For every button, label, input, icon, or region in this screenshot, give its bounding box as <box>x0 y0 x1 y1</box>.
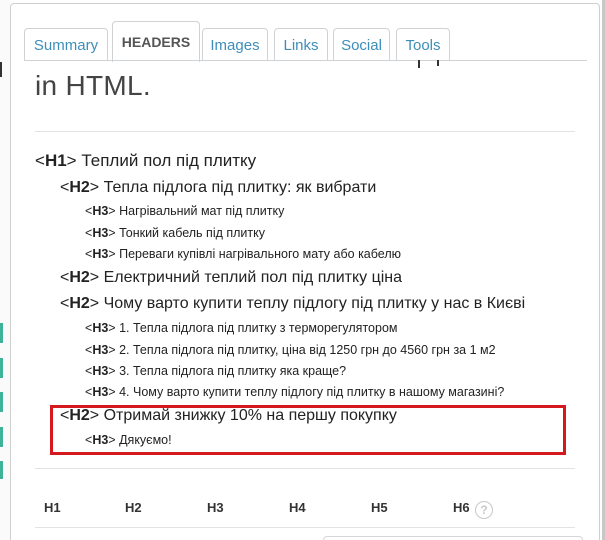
heading-text: 4. Чому варто купити теплу підлогу під п… <box>119 385 505 399</box>
divider <box>35 527 575 528</box>
heading-h2: <H2> Електричний теплий пол під плитку ц… <box>60 269 402 287</box>
bottom-panel-edge <box>323 536 583 540</box>
heading-tag: <H3> <box>85 204 116 218</box>
heading-text: Чому варто купити теплу підлогу під плит… <box>103 295 526 312</box>
tab-summary[interactable]: Summary <box>24 28 108 61</box>
tab-social[interactable]: Social <box>333 28 390 61</box>
left-accent-mark <box>0 358 3 378</box>
stat-h3-label: H3 <box>207 500 224 515</box>
heading-text: Переваги купівлі нагрівального мату або … <box>119 247 401 261</box>
heading-h2: <H2> Тепла підлога під плитку: як вибрат… <box>60 179 376 197</box>
heading-text: Тонкий кабель під плитку <box>119 226 265 240</box>
tab-headers[interactable]: HEADERS <box>112 21 200 62</box>
help-icon[interactable]: ? <box>475 501 493 519</box>
left-background-strip <box>0 0 10 540</box>
heading-h3: <H3> Переваги купівлі нагрівального мату… <box>85 247 401 261</box>
heading-tag: <H3> <box>85 364 116 378</box>
heading-h1: <H1> Теплий пол під плитку <box>35 151 256 171</box>
heading-tag: <H1> <box>35 151 77 170</box>
heading-h3: <H3> 1. Тепла підлога під плитку з термо… <box>85 321 398 335</box>
highlight-box <box>50 405 566 455</box>
heading-tag: <H3> <box>85 385 116 399</box>
heading-text: 3. Тепла підлога під плитку яка краще? <box>119 364 347 378</box>
heading-text: Електричний теплий пол під плитку ціна <box>103 269 403 286</box>
heading-tag: <H3> <box>85 321 116 335</box>
left-accent-mark <box>0 427 3 447</box>
heading-tag: <H2> <box>60 295 100 312</box>
clipped-text-fragment <box>418 60 420 68</box>
divider <box>35 131 575 132</box>
heading-tag: <H3> <box>85 247 116 261</box>
divider <box>35 468 575 469</box>
intro-text: in HTML. <box>35 70 151 101</box>
stat-h1-label: H1 <box>44 500 61 515</box>
tab-tools[interactable]: Tools <box>396 28 450 61</box>
heading-tag: <H3> <box>85 226 116 240</box>
left-accent-mark <box>0 461 3 479</box>
tab-images[interactable]: Images <box>202 28 268 61</box>
stat-h5-label: H5 <box>371 500 388 515</box>
heading-h3: <H3> Нагрівальний мат під плитку <box>85 204 284 218</box>
heading-text: Тепла підлога під плитку: як вибрати <box>103 179 377 196</box>
heading-h3: <H3> 4. Чому варто купити теплу підлогу … <box>85 385 504 399</box>
stat-h2-label: H2 <box>125 500 142 515</box>
heading-h3: <H3> Тонкий кабель під плитку <box>85 226 265 240</box>
tab-underline <box>24 60 587 61</box>
heading-h3: <H3> 2. Тепла підлога під плитку, ціна в… <box>85 343 496 357</box>
heading-tag: <H2> <box>60 269 100 286</box>
stat-h4-label: H4 <box>289 500 306 515</box>
heading-text: Теплий пол під плитку <box>81 151 257 170</box>
heading-h2: <H2> Чому варто купити теплу підлогу під… <box>60 295 525 313</box>
left-edge-mark <box>0 62 2 77</box>
stat-h6-label: H6 <box>453 500 470 515</box>
tab-links[interactable]: Links <box>274 28 328 61</box>
heading-tag: <H3> <box>85 343 116 357</box>
heading-h3: <H3> 3. Тепла підлога під плитку яка кра… <box>85 364 346 378</box>
left-accent-mark <box>0 323 3 343</box>
heading-text: Нагрівальний мат під плитку <box>119 204 285 218</box>
heading-text: 1. Тепла підлога під плитку з терморегул… <box>119 321 398 335</box>
left-accent-mark <box>0 392 3 412</box>
clipped-text-fragment <box>437 60 439 66</box>
heading-text: 2. Тепла підлога під плитку, ціна від 12… <box>119 343 496 357</box>
heading-tag: <H2> <box>60 179 100 196</box>
